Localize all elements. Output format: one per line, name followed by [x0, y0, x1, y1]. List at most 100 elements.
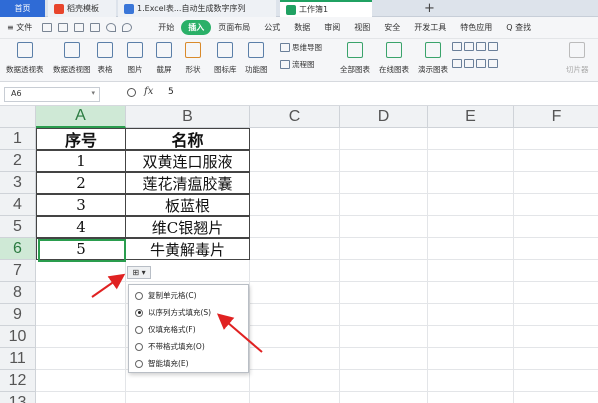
export-pdf-icon[interactable]	[58, 23, 69, 32]
grid-cell[interactable]	[514, 348, 598, 370]
pivot-chart-button[interactable]: 数据透视图	[53, 42, 91, 75]
print-preview-icon[interactable]	[90, 23, 101, 32]
save-icon[interactable]	[42, 23, 53, 32]
radio-icon[interactable]	[135, 359, 143, 368]
shapes-button[interactable]: 形状	[185, 42, 201, 75]
menu-start[interactable]: 开始	[151, 22, 181, 33]
function-chart-button[interactable]: 功能图	[245, 42, 268, 75]
grid-cell[interactable]	[514, 392, 598, 403]
tab-doc[interactable]: 1.Excel表...自动生成数字序列	[118, 0, 276, 17]
grid-cell[interactable]	[250, 392, 340, 403]
grid-cell[interactable]	[428, 128, 514, 150]
column-header-d[interactable]: D	[340, 106, 428, 128]
grid-cell[interactable]	[36, 326, 126, 348]
menu-security[interactable]: 安全	[377, 22, 407, 33]
radio-icon[interactable]	[135, 325, 143, 334]
radio-checked-icon[interactable]	[135, 308, 143, 317]
autofill-options-button[interactable]: ⊞ ▾	[127, 266, 151, 279]
grid-cell[interactable]	[250, 260, 340, 282]
grid-cell[interactable]	[250, 370, 340, 392]
all-charts-button[interactable]: 全部图表	[340, 42, 370, 75]
grid-cell[interactable]	[250, 282, 340, 304]
cell-a3[interactable]: 2	[36, 172, 126, 194]
grid-cell[interactable]	[428, 370, 514, 392]
grid-cell[interactable]	[428, 392, 514, 403]
grid-cell[interactable]	[514, 216, 598, 238]
column-header-b[interactable]: B	[126, 106, 250, 128]
icon-library-button[interactable]: 图标库	[214, 42, 237, 75]
menu-fill-without-formatting[interactable]: 不带格式填充(O)	[129, 338, 248, 355]
flowchart-button[interactable]: 流程图	[280, 59, 315, 70]
menu-page-layout[interactable]: 页面布局	[211, 22, 257, 33]
formula-input[interactable]: 5	[168, 87, 174, 97]
grid-cell[interactable]	[340, 348, 428, 370]
grid-cell[interactable]	[340, 150, 428, 172]
row-header-10[interactable]: 10	[0, 326, 36, 348]
grid-cell[interactable]	[428, 260, 514, 282]
cell-a1[interactable]: 序号	[36, 128, 126, 150]
menu-formulas[interactable]: 公式	[257, 22, 287, 33]
grid-cell[interactable]	[428, 348, 514, 370]
grid-cell[interactable]	[250, 348, 340, 370]
cell-a2[interactable]: 1	[36, 150, 126, 172]
cell-a4[interactable]: 3	[36, 194, 126, 216]
screenshot-button[interactable]: 截屏	[156, 42, 172, 75]
grid-cell[interactable]	[428, 194, 514, 216]
fx-icon[interactable]: fx	[144, 86, 153, 97]
menu-fill-formatting-only[interactable]: 仅填充格式(F)	[129, 321, 248, 338]
grid-cell[interactable]	[340, 326, 428, 348]
online-charts-button[interactable]: 在线图表	[379, 42, 409, 75]
grid-cell[interactable]	[514, 150, 598, 172]
grid-cell[interactable]	[514, 326, 598, 348]
grid-cell[interactable]	[250, 326, 340, 348]
grid-cell[interactable]	[126, 370, 250, 392]
grid-cell[interactable]	[36, 370, 126, 392]
grid-cell[interactable]	[428, 326, 514, 348]
grid-cell[interactable]	[36, 282, 126, 304]
grid-cell[interactable]	[340, 392, 428, 403]
menu-copy-cells[interactable]: 复制单元格(C)	[129, 287, 248, 304]
grid-cell[interactable]	[250, 238, 340, 260]
row-header-9[interactable]: 9	[0, 304, 36, 326]
mindmap-button[interactable]: 思维导图	[280, 42, 322, 53]
cell-b4[interactable]: 板蓝根	[125, 194, 250, 216]
menu-fill-series[interactable]: 以序列方式填充(S)	[129, 304, 248, 321]
row-header-8[interactable]: 8	[0, 282, 36, 304]
undo-icon[interactable]	[106, 23, 117, 32]
grid-cell[interactable]	[428, 238, 514, 260]
grid-cell[interactable]	[250, 172, 340, 194]
cell-b6[interactable]: 牛黄解毒片	[125, 238, 250, 260]
chevron-down-icon[interactable]: ▾	[91, 89, 95, 97]
grid-cell[interactable]	[340, 216, 428, 238]
grid-cell[interactable]	[36, 392, 126, 403]
grid-cell[interactable]	[514, 370, 598, 392]
row-header-3[interactable]: 3	[0, 172, 36, 194]
row-header-7[interactable]: 7	[0, 260, 36, 282]
cell-a6[interactable]: 5	[36, 238, 126, 260]
row-header-5[interactable]: 5	[0, 216, 36, 238]
grid-cell[interactable]	[250, 216, 340, 238]
row-header-1[interactable]: 1	[0, 128, 36, 150]
new-tab-button[interactable]: +	[424, 0, 435, 17]
grid-cell[interactable]	[340, 282, 428, 304]
grid-cell[interactable]	[250, 128, 340, 150]
grid-cell[interactable]	[514, 128, 598, 150]
column-header-c[interactable]: C	[250, 106, 340, 128]
grid-cell[interactable]	[514, 282, 598, 304]
demo-charts-button[interactable]: 演示图表	[418, 42, 448, 75]
menu-features[interactable]: 特色应用	[453, 22, 499, 33]
redo-icon[interactable]	[122, 23, 133, 32]
radio-icon[interactable]	[135, 342, 143, 351]
grid-cell[interactable]	[340, 172, 428, 194]
file-menu[interactable]: ≡ 文件	[0, 22, 39, 33]
menu-insert[interactable]: 插入	[181, 20, 212, 35]
slicer-button[interactable]: 切片器	[566, 42, 589, 75]
cell-b1[interactable]: 名称	[125, 128, 250, 150]
tab-templates[interactable]: 稻壳模板	[48, 0, 116, 17]
row-header-6[interactable]: 6	[0, 238, 36, 260]
grid-cell[interactable]	[250, 150, 340, 172]
cell-b2[interactable]: 双黄连口服液	[125, 150, 250, 172]
chart-type-row1[interactable]	[452, 42, 498, 51]
grid-cell[interactable]	[514, 172, 598, 194]
grid-cell[interactable]	[514, 238, 598, 260]
